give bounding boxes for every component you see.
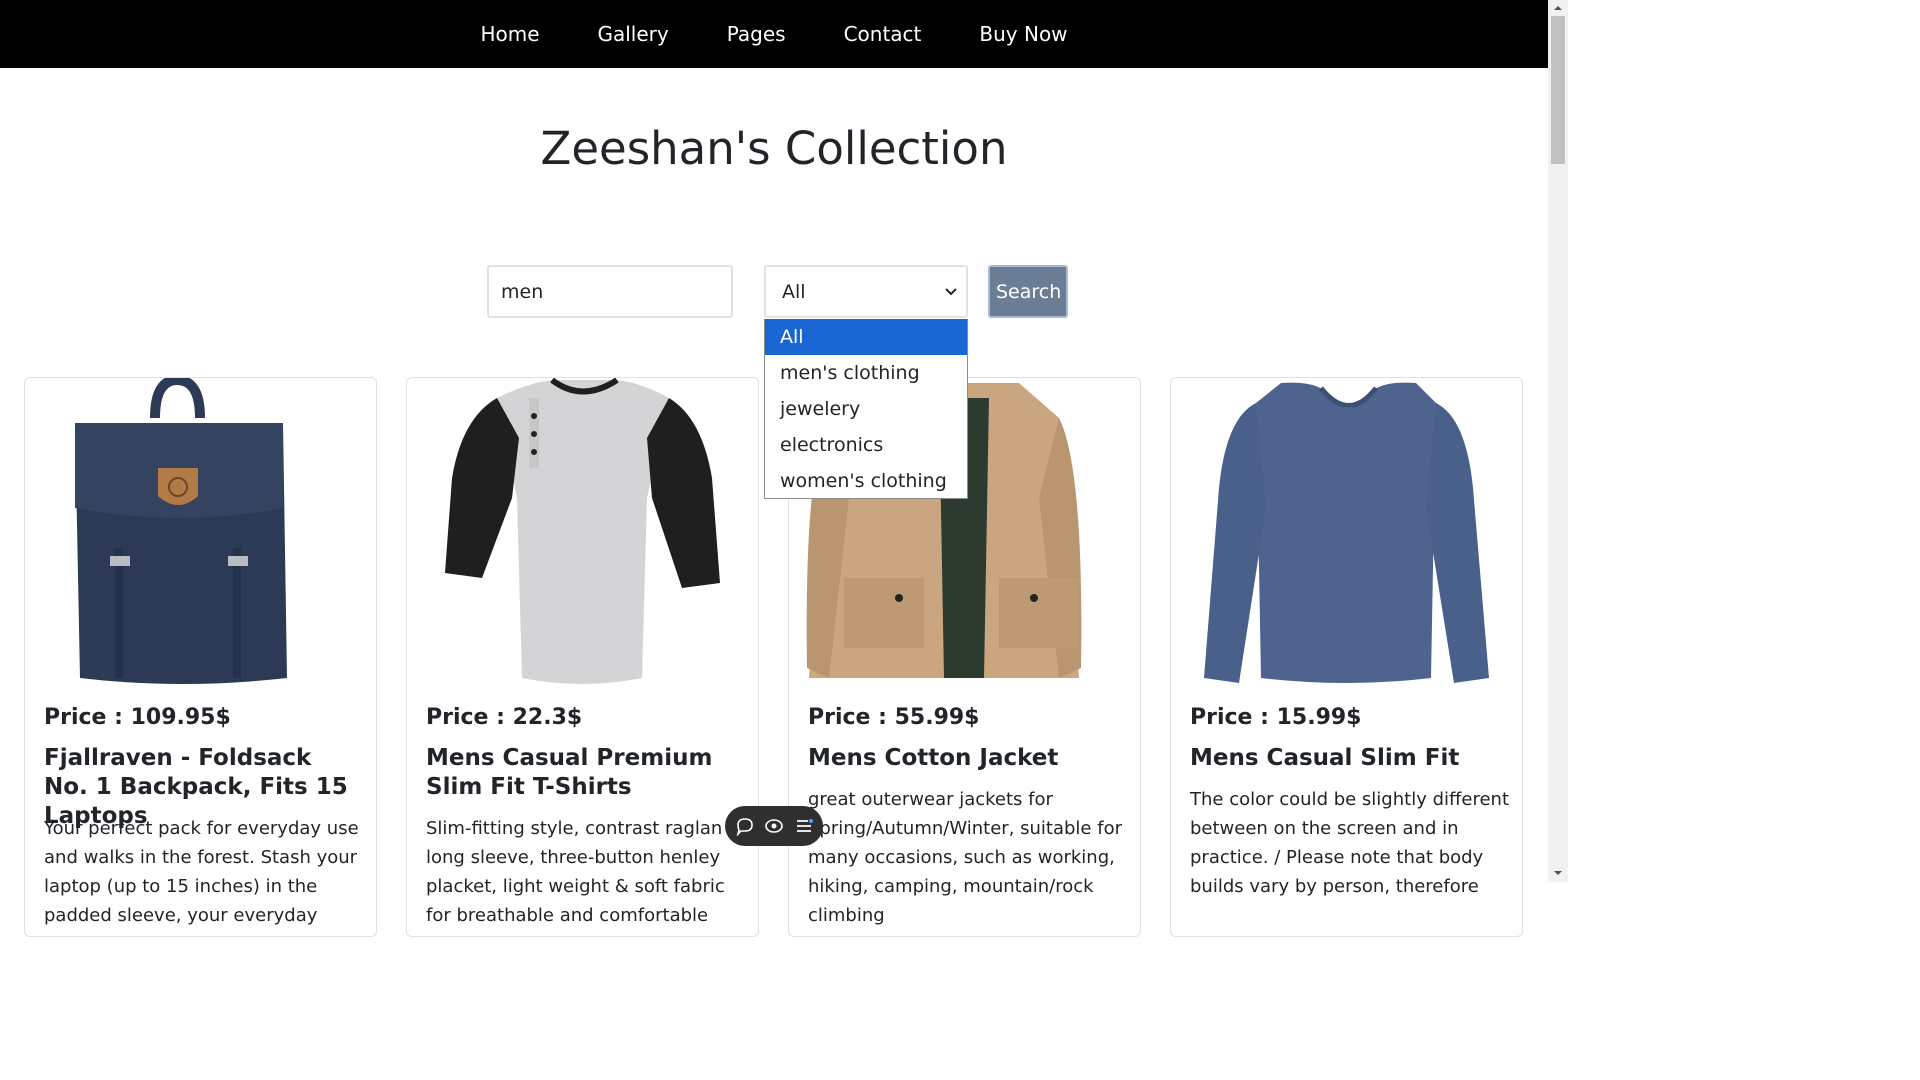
category-option-mens-clothing[interactable]: men's clothing xyxy=(765,355,967,391)
category-option-electronics[interactable]: electronics xyxy=(765,427,967,463)
eye-icon[interactable] xyxy=(764,816,784,836)
long-sleeve-shirt-image xyxy=(1204,382,1489,683)
nav-pages-link[interactable]: Pages xyxy=(698,0,815,68)
scroll-up-arrow-icon[interactable] xyxy=(1553,3,1563,13)
product-card[interactable]: Price : 15.99$ Mens Casual Slim Fit The … xyxy=(1170,377,1523,937)
category-dropdown-list: All men's clothing jewelery electronics … xyxy=(764,319,968,499)
floating-toolbar xyxy=(725,806,823,846)
product-card[interactable]: Price : 22.3$ Mens Casual Premium Slim F… xyxy=(406,377,759,937)
product-price: Price : 15.99$ xyxy=(1190,705,1362,730)
product-price: Price : 22.3$ xyxy=(426,705,583,730)
page-title: Zeeshan's Collection xyxy=(540,122,1008,175)
nav-gallery-link[interactable]: Gallery xyxy=(569,0,698,68)
nav-buy-now-link[interactable]: Buy Now xyxy=(950,0,1096,68)
scrollbar-thumb[interactable] xyxy=(1551,16,1565,164)
product-description: Slim-fitting style, contrast raglan long… xyxy=(426,818,725,936)
category-option-womens-clothing[interactable]: women's clothing xyxy=(765,463,967,498)
product-price: Price : 55.99$ xyxy=(808,705,980,730)
menu-list-icon[interactable] xyxy=(794,816,814,836)
page-scrollbar[interactable] xyxy=(1548,0,1568,882)
category-select[interactable]: All xyxy=(764,265,968,318)
henley-shirt-image xyxy=(445,378,720,684)
backpack-image xyxy=(75,378,287,684)
product-description: The color could be slightly different be… xyxy=(1190,789,1510,897)
product-title: Mens Casual Slim Fit xyxy=(1190,745,1460,771)
product-title: Mens Cotton Jacket xyxy=(808,745,1059,771)
nav-contact-link[interactable]: Contact xyxy=(815,0,951,68)
nav-home-link[interactable]: Home xyxy=(451,0,568,68)
product-price: Price : 109.95$ xyxy=(44,705,231,730)
search-button[interactable]: Search xyxy=(988,265,1068,318)
top-navbar: Home Gallery Pages Contact Buy Now xyxy=(0,0,1548,68)
category-option-all[interactable]: All xyxy=(765,319,967,355)
product-title: Mens Casual Premium Slim Fit T-Shirts xyxy=(426,745,713,800)
search-input[interactable] xyxy=(487,265,733,318)
chat-icon[interactable] xyxy=(735,816,755,836)
category-option-jewelery[interactable]: jewelery xyxy=(765,391,967,427)
product-card[interactable]: Price : 109.95$ Fjallraven - Foldsack No… xyxy=(24,377,377,937)
chevron-down-icon xyxy=(945,288,957,296)
category-select-value: All xyxy=(782,280,806,303)
product-description: great outerwear jackets for Spring/Autum… xyxy=(808,789,1122,926)
product-description: Your perfect pack for everyday use and w… xyxy=(44,818,359,926)
scroll-down-arrow-icon[interactable] xyxy=(1553,868,1563,878)
